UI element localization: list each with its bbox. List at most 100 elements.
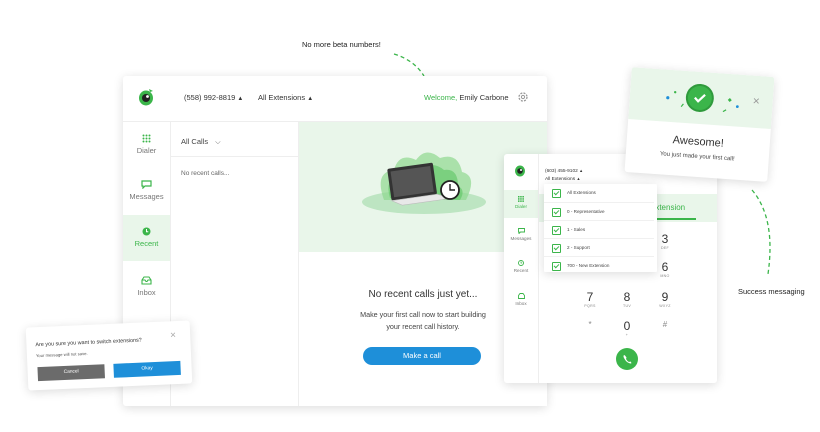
dialpad-key[interactable]: 0 + <box>612 319 642 337</box>
annotation-success: Success messaging <box>738 287 805 296</box>
chevron-down-icon: ⌵ <box>215 139 221 146</box>
key-letters: + <box>625 333 629 337</box>
sidebar-item-label: Messages <box>510 236 532 241</box>
inbox-icon <box>517 293 525 299</box>
clock-icon <box>142 227 151 236</box>
dialog-message: Your message will not save. <box>35 350 88 359</box>
filter-dropdown[interactable]: All Calls ⌵ <box>181 137 221 147</box>
sidebar-item-inbox[interactable]: Inbox <box>123 276 170 297</box>
annotation-beta-arrow <box>393 53 425 77</box>
key-letters: MNO <box>660 274 670 278</box>
phone-number-selector[interactable]: (558) 992-8819 ▲ <box>184 93 243 102</box>
message-icon <box>517 228 525 234</box>
phone-icon <box>623 355 632 364</box>
key-number: * <box>588 320 592 329</box>
dialpad-key[interactable]: 8 TUV <box>612 290 642 308</box>
sidebar-item-messages[interactable]: Messages <box>123 180 170 201</box>
annotation-beta: No more beta numbers! <box>302 40 381 49</box>
empty-list-text: No recent calls... <box>181 170 230 177</box>
key-letters: TUV <box>622 304 632 308</box>
welcome-label: Welcome, <box>424 93 458 102</box>
dropdown-item-label: 0 - Representative <box>567 209 605 214</box>
divider <box>171 156 298 157</box>
dialpad-key[interactable]: * <box>575 320 605 329</box>
dialpad-icon <box>142 134 151 143</box>
make-call-button[interactable]: Make a call <box>363 347 481 365</box>
checkbox[interactable] <box>552 226 561 235</box>
key-number: 9 <box>661 290 669 304</box>
checkbox[interactable] <box>552 244 561 253</box>
extension-dropdown: All Extensions 0 - Representative 1 - Sa… <box>544 184 657 272</box>
mini-window: Dialer Messages Recent Inbox (603) 455-9… <box>504 154 717 383</box>
call-button[interactable] <box>616 348 638 370</box>
sidebar-item-dialer[interactable]: Dialer <box>123 134 170 155</box>
dropdown-item-label: 2 - Support <box>567 245 590 250</box>
sidebar-item-recent[interactable]: Recent <box>504 260 538 273</box>
sidebar-item-messages[interactable]: Messages <box>504 228 538 241</box>
mini-sidebar: Dialer Messages Recent Inbox <box>504 154 539 383</box>
clock-icon <box>518 260 524 266</box>
sidebar-item-label: Recent <box>134 239 159 248</box>
logo-icon <box>514 164 526 177</box>
chevron-up-icon: ▲ <box>237 96 244 102</box>
dropdown-item[interactable]: All Extensions <box>544 184 654 202</box>
chevron-up-icon: ▲ <box>576 176 581 181</box>
dropdown-item-label: All Extensions <box>567 190 596 195</box>
success-toast: × Awesome! You just made your first call… <box>624 67 775 182</box>
chevron-up-icon: ▲ <box>307 96 314 102</box>
welcome-text: Welcome, Emily Carbone <box>424 93 509 102</box>
dropdown-item-label: 1 - Sales <box>567 227 586 232</box>
extension-label: All Extensions <box>545 177 576 182</box>
dropdown-item[interactable]: 700 - New Extension <box>544 256 654 275</box>
mini-phone-selector[interactable]: (603) 455-9102 ▲ <box>545 168 583 174</box>
close-icon[interactable]: × <box>752 94 760 108</box>
checkbox[interactable] <box>552 189 561 198</box>
checkbox[interactable] <box>552 262 561 271</box>
sidebar-item-dialer[interactable]: Dialer <box>504 190 538 218</box>
filter-label: All Calls <box>181 137 209 146</box>
dropdown-item-label: 700 - New Extension <box>567 263 610 268</box>
sidebar-item-recent[interactable]: Recent <box>123 215 170 261</box>
dialpad-key[interactable]: 9 WXYZ <box>650 290 680 308</box>
success-check-icon <box>687 85 713 111</box>
extension-selector[interactable]: All Extensions ▲ <box>258 93 313 102</box>
key-letters: WXYZ <box>659 304 671 308</box>
dialpad-key[interactable]: # <box>650 320 680 329</box>
key-number: 7 <box>586 290 594 304</box>
close-icon[interactable]: × <box>170 330 176 341</box>
phone-number: (558) 992-8819 <box>184 93 236 102</box>
dropdown-item[interactable]: 2 - Support <box>544 238 654 257</box>
sidebar-item-label: Inbox <box>515 301 527 306</box>
sidebar-item-label: Dialer <box>136 146 157 155</box>
mini-extension-selector[interactable]: All Extensions ▲ <box>545 176 580 182</box>
key-number: # <box>662 320 668 329</box>
dialog-title: Are you sure you want to switch extensio… <box>35 337 142 349</box>
key-number: 0 <box>623 319 631 333</box>
extension-label: All Extensions <box>258 93 306 102</box>
laptop-illustration <box>354 142 494 227</box>
annotation-success-arrow <box>751 189 771 275</box>
okay-button[interactable]: Okay <box>113 360 181 378</box>
checkbox[interactable] <box>552 208 561 217</box>
user-name: Emily Carbone <box>459 93 509 102</box>
sidebar-item-label: Dialer <box>515 204 527 209</box>
header: (558) 992-8819 ▲ All Extensions ▲ Welcom… <box>123 76 547 122</box>
sidebar-item-inbox[interactable]: Inbox <box>504 293 538 306</box>
confirm-dialog: Are you sure you want to switch extensio… <box>25 320 193 391</box>
message-icon <box>141 180 152 189</box>
sidebar-item-label: Messages <box>129 192 164 201</box>
phone-number: (603) 455-9102 <box>545 169 578 174</box>
dialpad-icon <box>518 196 524 202</box>
gear-icon[interactable] <box>517 91 529 103</box>
cancel-button[interactable]: Cancel <box>37 364 105 382</box>
key-number: 8 <box>623 290 631 304</box>
dropdown-item[interactable]: 1 - Sales <box>544 220 654 239</box>
logo-icon <box>137 87 155 107</box>
dropdown-item[interactable]: 0 - Representative <box>544 202 654 221</box>
dialpad-key[interactable]: 7 PQRS <box>575 290 605 308</box>
sidebar-item-label: Inbox <box>137 288 156 297</box>
sidebar-item-label: Recent <box>513 268 529 273</box>
chevron-up-icon: ▲ <box>579 168 584 173</box>
inbox-icon <box>141 276 152 285</box>
key-letters: PQRS <box>584 304 596 308</box>
